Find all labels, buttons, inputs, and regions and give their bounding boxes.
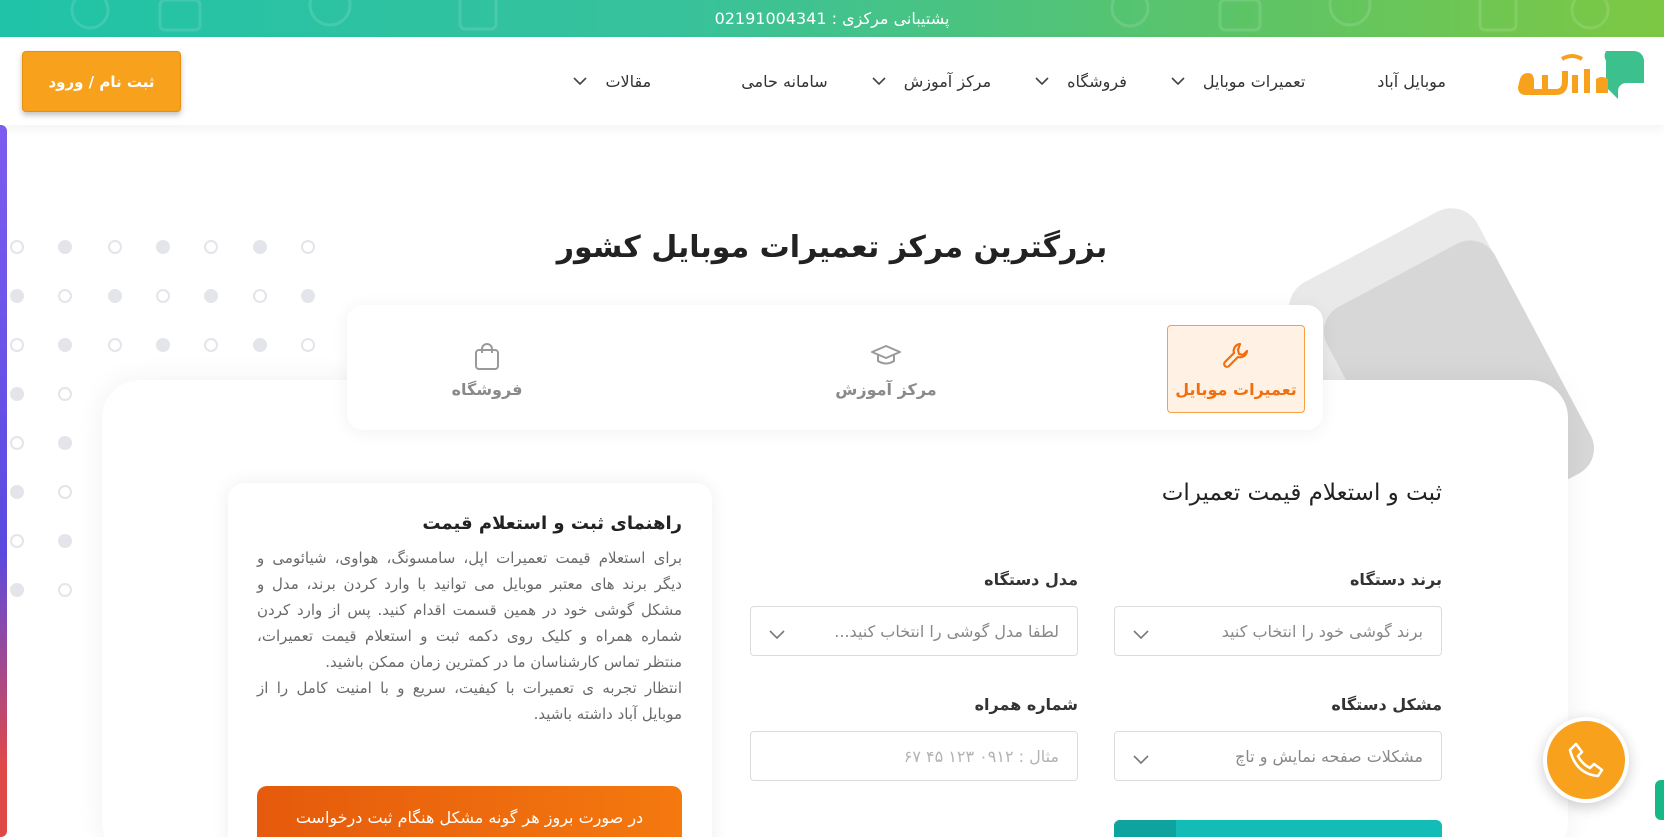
decorative-dot <box>58 534 72 548</box>
decorative-dot <box>204 289 218 303</box>
chevron-down-icon <box>872 74 886 88</box>
site-logo[interactable] <box>1514 49 1646 111</box>
login-register-button[interactable]: ثبت نام / ورود <box>22 51 181 112</box>
model-select[interactable]: لطفا مدل گوشی را انتخاب کنید... <box>750 606 1078 656</box>
phone-label: شماره همراه <box>974 695 1078 714</box>
decorative-dot <box>58 485 72 499</box>
nav-item-home[interactable]: موبایل آباد <box>1377 37 1446 125</box>
service-tabs: تعمیرات موبایل مرکز آموزش فروشگاه <box>347 305 1323 430</box>
guide-paragraph: برای استعلام قیمت تعمیرات اپل، سامسونگ، … <box>257 549 682 671</box>
phone-input-placeholder: مثال : ۰۹۱۲ ۱۲۳ ۴۵ ۶۷ <box>903 746 1059 766</box>
call-button[interactable] <box>1543 717 1629 803</box>
model-select-placeholder: لطفا مدل گوشی را انتخاب کنید... <box>834 621 1059 641</box>
decorative-dot <box>301 289 315 303</box>
model-label: مدل دستگاه <box>984 570 1078 589</box>
nav-item-label: سامانه حامی <box>741 71 828 91</box>
chevron-down-icon <box>1035 74 1049 88</box>
decorative-dot <box>253 338 267 352</box>
problem-select-placeholder: مشکلات صفحه نمایش و تاچ <box>1234 746 1423 766</box>
nav-item-articles[interactable]: مقالات <box>573 37 651 125</box>
brand-label: برند دستگاه <box>1349 570 1442 589</box>
decorative-dot <box>10 289 24 303</box>
decorative-dot <box>108 289 122 303</box>
decorative-dot <box>301 338 315 352</box>
tab-mobile-repair[interactable]: تعمیرات موبایل <box>1167 325 1305 413</box>
guide-card: راهنمای ثبت و استعلام قیمت برای استعلام … <box>228 483 712 837</box>
decorative-dot <box>58 436 72 450</box>
nav-item-shop[interactable]: فروشگاه <box>1035 37 1127 125</box>
chevron-down-icon <box>1133 625 1149 640</box>
site-header: موبایل آباد تعمیرات موبایل فروشگاه مرکز … <box>0 37 1664 125</box>
phone-icon <box>1568 742 1604 778</box>
brand-select[interactable]: برند گوشی خود را انتخاب کنید <box>1114 606 1442 656</box>
right-edge-decoration <box>1655 780 1664 820</box>
guide-text: برای استعلام قیمت تعمیرات اپل، سامسونگ، … <box>257 545 682 727</box>
shopping-bag-icon <box>475 342 499 370</box>
decorative-dot <box>10 387 24 401</box>
guide-title: راهنمای ثبت و استعلام قیمت <box>422 513 682 534</box>
decorative-dot <box>204 338 218 352</box>
decorative-dot <box>10 583 24 597</box>
decorative-dot <box>10 485 24 499</box>
decorative-dot <box>10 534 24 548</box>
problem-select[interactable]: مشکلات صفحه نمایش و تاچ <box>1114 731 1442 781</box>
decorative-dot <box>58 289 72 303</box>
brand-select-placeholder: برند گوشی خود را انتخاب کنید <box>1221 621 1423 641</box>
chevron-down-icon <box>1171 74 1185 88</box>
decorative-dot <box>156 289 170 303</box>
nav-item-label: فروشگاه <box>1067 71 1127 91</box>
decorative-dot <box>58 387 72 401</box>
submit-inquiry-button[interactable] <box>1114 820 1442 837</box>
tab-shop[interactable]: فروشگاه <box>418 325 556 413</box>
nav-item-label: مرکز آموزش <box>903 71 992 91</box>
problem-label: مشکل دستگاه <box>1331 695 1442 714</box>
chevron-down-icon <box>769 625 785 640</box>
nav-item-education[interactable]: مرکز آموزش <box>872 37 991 125</box>
help-request-button[interactable]: در صورت بروز هر گونه مشکل هنگام ثبت درخو… <box>257 786 682 837</box>
tab-label: مرکز آموزش <box>835 379 937 399</box>
page-title: بزرگترین مرکز تعمیرات موبایل کشور <box>556 230 1108 265</box>
nav-item-repairs[interactable]: تعمیرات موبایل <box>1171 37 1305 125</box>
graduation-cap-icon <box>871 344 901 364</box>
support-phone-text: پشتیبانی مرکزی : 02191004341 <box>714 9 950 28</box>
decorative-dot <box>156 338 170 352</box>
submit-button-icon-area <box>1114 820 1176 837</box>
form-title: ثبت و استعلام قیمت تعمیرات <box>1161 480 1442 506</box>
guide-paragraph: انتظار تجربه ی تعمیرات با کیفیت، سریع و … <box>257 679 682 723</box>
support-bar: پشتیبانی مرکزی : 02191004341 <box>0 0 1664 37</box>
decorative-dot <box>253 289 267 303</box>
tab-label: تعمیرات موبایل <box>1175 379 1297 399</box>
phone-input[interactable]: مثال : ۰۹۱۲ ۱۲۳ ۴۵ ۶۷ <box>750 731 1078 781</box>
decorative-dot <box>58 338 72 352</box>
nav-item-hami[interactable]: سامانه حامی <box>741 37 828 125</box>
nav-item-label: مقالات <box>605 71 652 91</box>
nav-item-label: تعمیرات موبایل <box>1202 71 1306 91</box>
decorative-dot <box>10 436 24 450</box>
tab-label: فروشگاه <box>451 379 523 399</box>
decorative-dot <box>108 338 122 352</box>
chevron-down-icon <box>1133 750 1149 765</box>
wrench-icon <box>1223 342 1249 368</box>
decorative-dot <box>58 583 72 597</box>
nav-item-label: موبایل آباد <box>1377 71 1446 91</box>
main-nav: موبایل آباد تعمیرات موبایل فروشگاه مرکز … <box>573 37 1446 125</box>
tab-education-center[interactable]: مرکز آموزش <box>817 325 955 413</box>
decorative-dot <box>10 338 24 352</box>
chevron-down-icon <box>573 74 588 88</box>
